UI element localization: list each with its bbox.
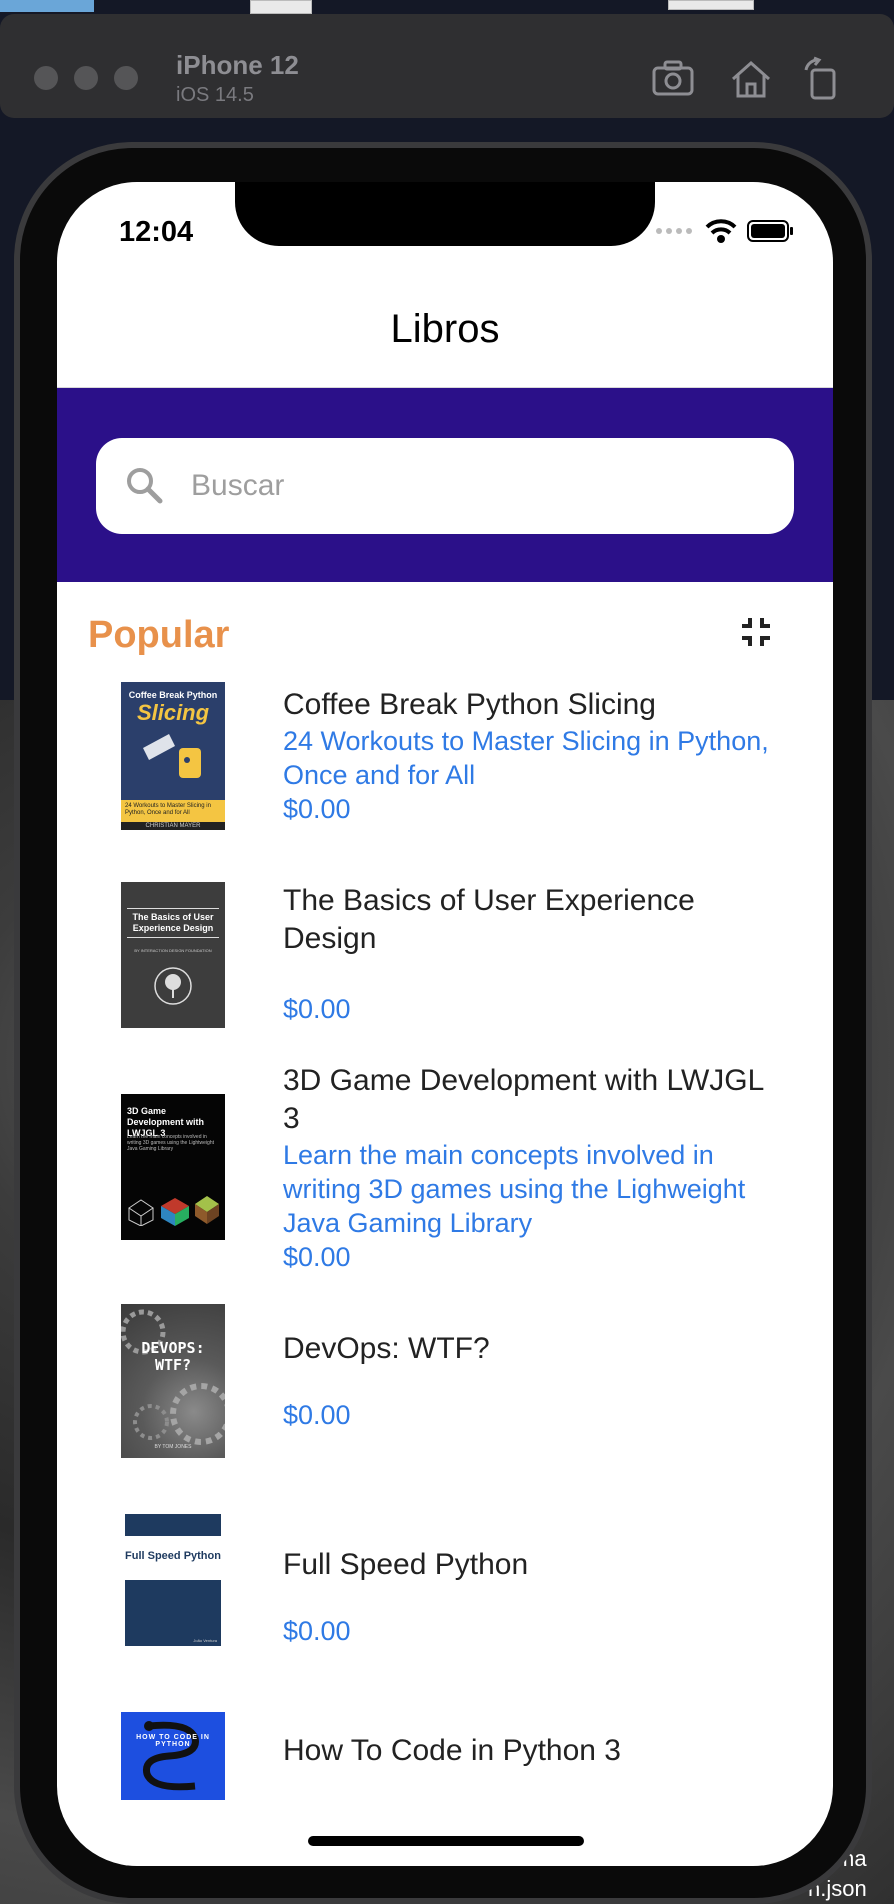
desktop-file-thumbnail[interactable] (250, 0, 312, 14)
book-item[interactable]: Coffee Break Python Slicing 24 Workouts … (57, 682, 833, 872)
book-subtitle (283, 958, 783, 992)
window-minimize-button[interactable] (74, 66, 98, 90)
book-item[interactable]: The Basics of User Experience Design BY … (57, 882, 833, 1052)
book-price: $0.00 (283, 994, 351, 1024)
screenshot-icon[interactable] (650, 56, 696, 102)
status-time: 12:04 (119, 216, 194, 248)
cover-text: Full Speed Python (125, 1550, 221, 1562)
cover-band: 24 Workouts to Master Slicing in Python,… (121, 800, 225, 822)
book-price: $0.00 (283, 1400, 351, 1430)
book-subtitle (283, 1368, 783, 1398)
cover-text: 24 Workouts to Master Slicing in Python,… (125, 803, 211, 816)
book-subtitle (283, 1584, 783, 1614)
cover-text: BY INTERACTION DESIGN FOUNDATION (134, 948, 212, 953)
home-indicator[interactable] (308, 1836, 584, 1846)
cover-cubes (128, 1196, 219, 1226)
cover-text: Coffee Break Python (128, 690, 218, 700)
book-cover: HOW TO CODE IN PYTHON (121, 1712, 225, 1800)
book-subtitle: Learn the main concepts involved in writ… (283, 1140, 746, 1238)
search-bar[interactable] (96, 438, 794, 534)
search-band (57, 388, 833, 582)
window-zoom-button[interactable] (114, 66, 138, 90)
book-title: DevOps: WTF? (283, 1332, 490, 1365)
collapse-icon[interactable] (738, 614, 774, 650)
cellular-signal-icon (656, 228, 692, 234)
phone-screen: 12:04 Libros Popular (57, 182, 833, 1866)
cover-illustration (143, 734, 201, 778)
status-icons (655, 216, 795, 246)
cover-band: João Ventura (125, 1580, 221, 1646)
book-title: Coffee Break Python Slicing (283, 688, 656, 721)
book-title: Full Speed Python (283, 1548, 529, 1581)
battery-icon (747, 220, 793, 242)
book-info: Coffee Break Python Slicing 24 Workouts … (283, 686, 783, 826)
book-cover: The Basics of User Experience Design BY … (121, 882, 225, 1028)
simulator-os-version: iOS 14.5 (176, 84, 254, 106)
cover-text: Learn the main concepts involved in writ… (127, 1134, 214, 1152)
book-subtitle: 24 Workouts to Master Slicing in Python,… (283, 726, 769, 790)
simulator-device-name: iPhone 12 (176, 50, 299, 80)
cover-text: João Ventura (193, 1638, 217, 1643)
section-title: Popular (88, 614, 230, 656)
book-price: $0.00 (283, 794, 351, 824)
cover-text: Slicing (136, 700, 210, 725)
book-info: 3D Game Development with LWJGL 3 Learn t… (283, 1062, 783, 1274)
home-icon[interactable] (728, 56, 774, 102)
rotate-icon[interactable] (800, 56, 846, 102)
page-title: Libros (390, 307, 500, 351)
window-close-button[interactable] (34, 66, 58, 90)
book-item[interactable]: DEVOPS: WTF? BY TOM JONES DevOps: WTF? $… (57, 1304, 833, 1474)
book-title: The Basics of User Experience Design (283, 884, 695, 955)
desktop-file-thumbnail[interactable] (0, 0, 94, 12)
book-title: 3D Game Development with LWJGL 3 (283, 1064, 764, 1135)
cover-tree-emblem (154, 967, 192, 1005)
search-icon (127, 468, 163, 504)
book-price: $0.00 (283, 1616, 351, 1646)
simulator-toolbar: iPhone 12 iOS 14.5 (0, 14, 894, 118)
desktop-file-thumbnail[interactable] (668, 0, 754, 10)
cover-text: The Basics of User Experience Design (127, 908, 219, 938)
book-info: DevOps: WTF? $0.00 (283, 1330, 783, 1432)
wifi-icon (705, 219, 737, 243)
book-item[interactable]: 3D Game Development with LWJGL 3 Learn t… (57, 1062, 833, 1272)
book-info: How To Code in Python 3 (283, 1732, 783, 1770)
book-item[interactable]: HOW TO CODE IN PYTHON How To Code in Pyt… (57, 1712, 833, 1812)
book-info: The Basics of User Experience Design $0.… (283, 882, 783, 1026)
book-info: Full Speed Python $0.00 (283, 1546, 783, 1648)
book-cover: Full Speed Python João Ventura (121, 1514, 225, 1646)
cover-text: BY TOM JONES (154, 1444, 192, 1450)
cover-band (125, 1514, 221, 1536)
cover-text: HOW TO CODE IN PYTHON (136, 1734, 210, 1748)
cover-text: CHRISTIAN MAYER (121, 822, 225, 830)
search-input[interactable] (191, 438, 771, 534)
book-cover: Coffee Break Python Slicing 24 Workouts … (121, 682, 225, 830)
book-cover: 3D Game Development with LWJGL 3 Learn t… (121, 1094, 225, 1240)
book-item[interactable]: Full Speed Python João Ventura Full Spee… (57, 1514, 833, 1674)
book-cover: DEVOPS: WTF? BY TOM JONES (121, 1304, 225, 1458)
cover-text: DEVOPS: WTF? (141, 1339, 205, 1374)
cover-snake (142, 1721, 199, 1791)
book-price: $0.00 (283, 1242, 351, 1272)
notch (235, 182, 655, 246)
cover-gears (121, 1309, 225, 1445)
book-title: How To Code in Python 3 (283, 1734, 621, 1767)
